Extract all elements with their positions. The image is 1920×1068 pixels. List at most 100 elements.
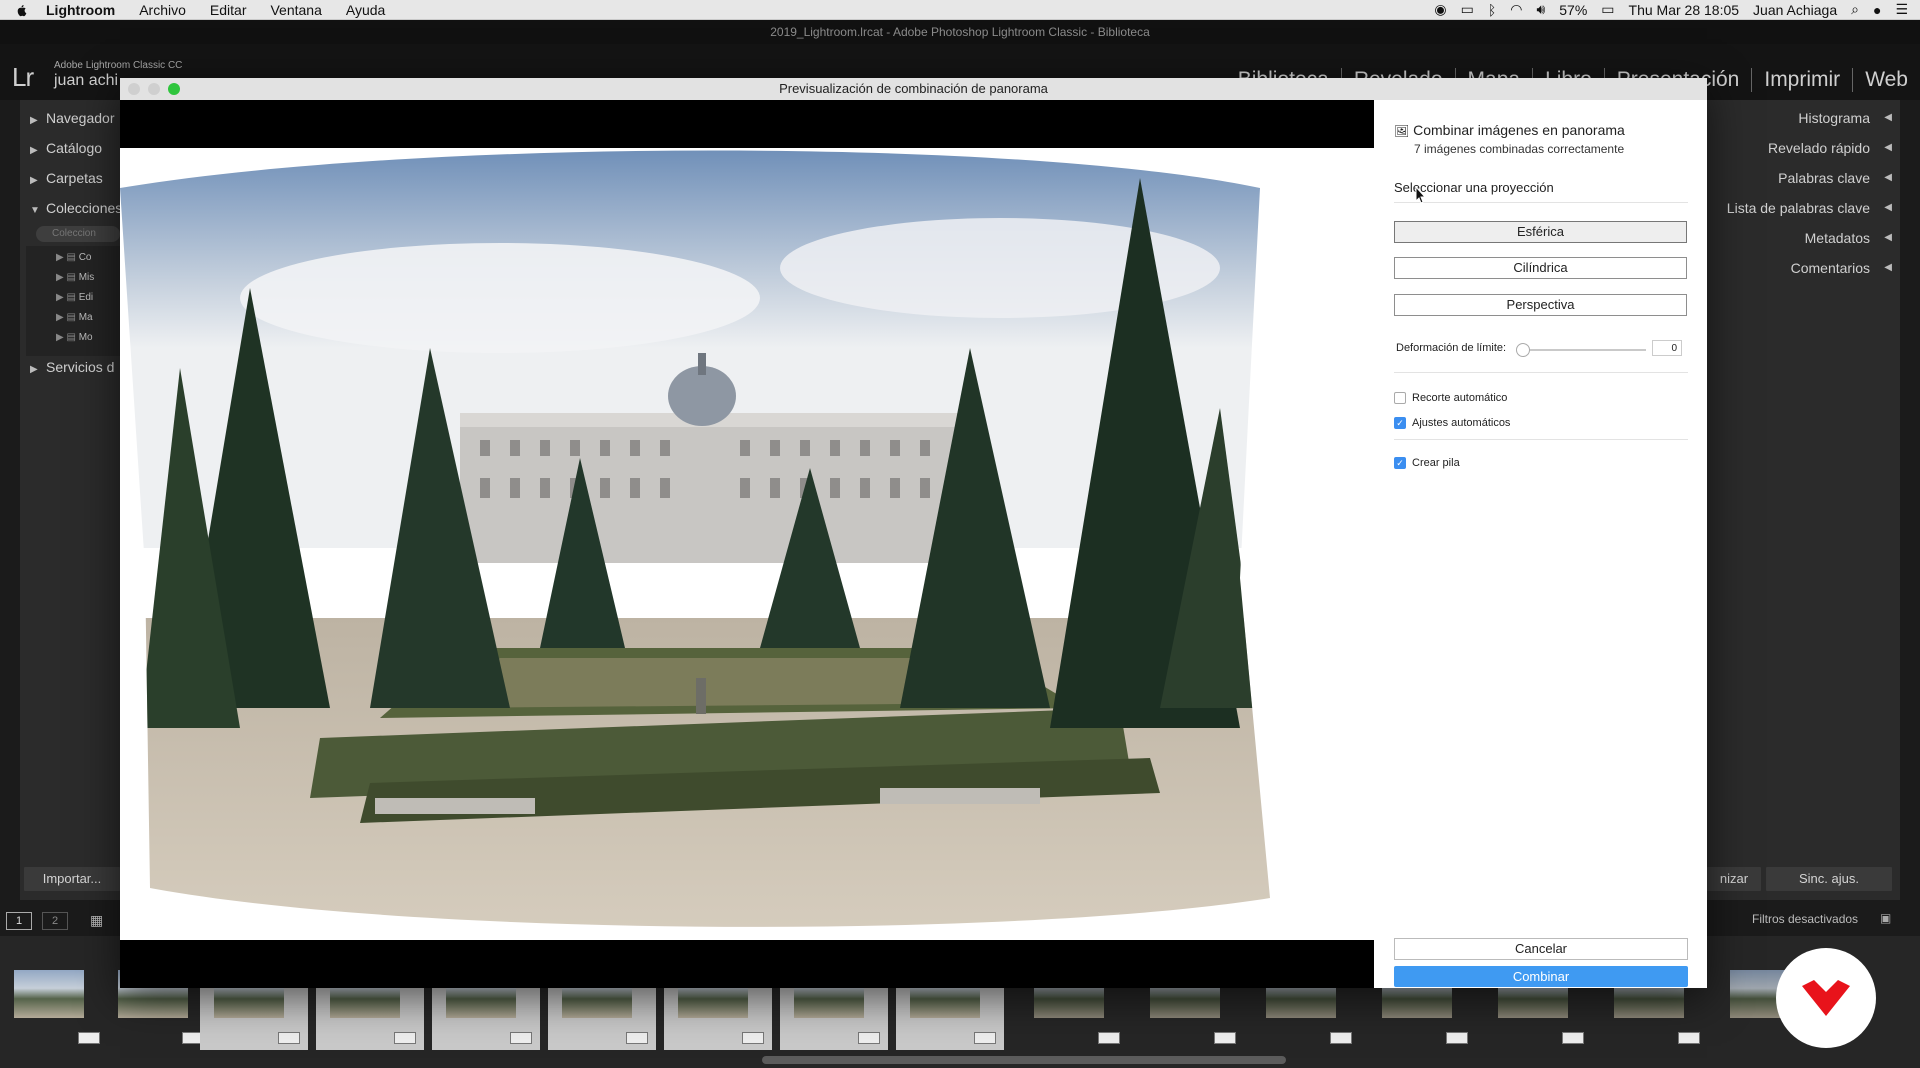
bluetooth-icon[interactable]: ᛒ <box>1488 2 1496 18</box>
auto-settings-checkbox[interactable]: ✓ <box>1394 417 1406 429</box>
panorama-options-panel: 🖼︎ Combinar imágenes en panorama 7 imáge… <box>1374 100 1707 988</box>
close-icon[interactable] <box>128 83 140 95</box>
stack-badge-icon <box>742 1032 764 1044</box>
view-1-button[interactable]: 1 <box>6 912 32 930</box>
menu-archivo[interactable]: Archivo <box>127 2 198 18</box>
panel-colecciones[interactable]: ▼ Colecciones <box>30 193 122 223</box>
triangle-right-icon: ▶ <box>30 145 38 156</box>
display-icon[interactable]: ▭ <box>1461 1 1474 18</box>
collection-item[interactable]: ▶ ▤ Co <box>56 250 92 266</box>
apple-icon[interactable] <box>14 3 28 17</box>
menu-ventana[interactable]: Ventana <box>258 2 333 18</box>
panel-title: 🖼︎ Combinar imágenes en panorama <box>1394 122 1625 138</box>
divider <box>1394 439 1688 440</box>
filter-status[interactable]: Filtros desactivados <box>1752 912 1858 926</box>
panel-palabras-clave[interactable]: Palabras clave ◀ <box>1707 163 1900 193</box>
menubar: Lightroom Archivo Editar Ventana Ayuda ◉… <box>0 0 1920 20</box>
module-web[interactable]: Web <box>1852 68 1920 92</box>
filmstrip-scrollbar[interactable] <box>762 1056 1286 1064</box>
product-name: Adobe Lightroom Classic CC <box>54 60 183 71</box>
triangle-left-icon: ◀ <box>1884 232 1892 243</box>
stack-badge-icon <box>394 1032 416 1044</box>
sync-metadata-button[interactable]: nizar <box>1707 867 1761 891</box>
create-stack-checkbox[interactable]: ✓ <box>1394 457 1406 469</box>
panel-histograma[interactable]: Histograma ◀ <box>1707 103 1900 133</box>
boundary-warp-handle[interactable] <box>1516 343 1530 357</box>
cancel-button[interactable]: Cancelar <box>1394 938 1688 960</box>
create-stack-option[interactable]: ✓ Crear pila <box>1394 457 1460 469</box>
triangle-left-icon: ◀ <box>1884 172 1892 183</box>
stack-badge-icon <box>974 1032 996 1044</box>
boundary-warp-value[interactable]: 0 <box>1652 340 1682 356</box>
stack-badge-icon <box>1330 1032 1352 1044</box>
clock[interactable]: Thu Mar 28 18:05 <box>1629 2 1740 18</box>
minimize-icon[interactable] <box>148 83 160 95</box>
boundary-warp-label: Deformación de límite: <box>1396 342 1507 354</box>
panel-catalogo[interactable]: ▶ Catálogo <box>30 133 102 163</box>
stack-badge-icon <box>1446 1032 1468 1044</box>
combine-button[interactable]: Combinar <box>1394 966 1688 987</box>
panel-navegador[interactable]: ▶ Navegador <box>30 103 115 133</box>
collection-item[interactable]: ▶ ▤ Ma <box>56 310 93 326</box>
collection-item[interactable]: ▶ ▤ Mo <box>56 330 93 346</box>
left-panel: ▶ Navegador ▶ Catálogo ▶ Carpetas ▼ Coleccio… <box>20 100 122 900</box>
stack-badge-icon <box>510 1032 532 1044</box>
triangle-down-icon: ▼ <box>30 205 40 216</box>
heart-logo-icon <box>1802 980 1850 1016</box>
view-2-button[interactable]: 2 <box>42 912 68 930</box>
panorama-preview <box>120 100 1374 988</box>
projection-perspective-button[interactable]: Perspectiva <box>1394 294 1687 316</box>
projection-cylindrical-button[interactable]: Cilíndrica <box>1394 257 1687 279</box>
user-name[interactable]: Juan Achiaga <box>1753 2 1837 18</box>
dialog-title: Previsualización de combinación de panor… <box>779 81 1048 96</box>
auto-settings-option[interactable]: ✓ Ajustes automáticos <box>1394 417 1510 429</box>
mouse-cursor-icon <box>1415 186 1427 204</box>
menu-app[interactable]: Lightroom <box>34 2 127 18</box>
projection-spherical-button[interactable]: Esférica <box>1394 221 1687 243</box>
stack-badge-icon <box>278 1032 300 1044</box>
module-imprimir[interactable]: Imprimir <box>1751 68 1852 92</box>
wifi-icon[interactable]: ◠ <box>1510 1 1522 18</box>
menubar-status: ◉ ▭ ᛒ ◠ 🔊︎ 57% ▭ Thu Mar 28 18:05 Juan A… <box>1434 1 1920 18</box>
filmstrip-thumb[interactable] <box>0 940 108 1050</box>
stack-badge-icon <box>78 1032 100 1044</box>
lightroom-logo: Lr <box>12 62 34 92</box>
collections-search[interactable]: Coleccion <box>36 226 120 242</box>
sync-settings-button[interactable]: Sinc. ajus. <box>1766 867 1892 891</box>
panel-revelado-rapido[interactable]: Revelado rápido ◀ <box>1707 133 1900 163</box>
panel-carpetas[interactable]: ▶ Carpetas <box>30 163 103 193</box>
panorama-merge-dialog: Previsualización de combinación de panor… <box>120 78 1707 988</box>
collection-item[interactable]: ▶ ▤ Edi <box>56 290 93 306</box>
panorama-image <box>120 148 1374 940</box>
collections-list: ▶ ▤ Co ▶ ▤ Mis ▶ ▤ Edi ▶ ▤ Ma ▶ ▤ Mo <box>26 246 120 356</box>
dialog-titlebar: Previsualización de combinación de panor… <box>120 78 1707 101</box>
menu-editar[interactable]: Editar <box>198 2 259 18</box>
import-button[interactable]: Importar... <box>24 867 120 891</box>
record-icon[interactable]: ◉ <box>1434 1 1446 18</box>
boundary-warp-slider[interactable] <box>1522 349 1646 351</box>
collection-item[interactable]: ▶ ▤ Mis <box>56 270 94 286</box>
battery-percent[interactable]: 57% <box>1559 2 1587 18</box>
panel-servicios[interactable]: ▶ Servicios d <box>30 352 114 382</box>
thumb-image <box>14 970 84 1018</box>
volume-icon[interactable]: 🔊︎ <box>1536 1 1545 18</box>
window-title: 2019_Lightroom.lrcat - Adobe Photoshop L… <box>0 20 1920 44</box>
grid-view-icon[interactable]: ▦ <box>90 912 103 929</box>
stack-badge-icon <box>1678 1032 1700 1044</box>
spotlight-search-icon[interactable]: ⌕ <box>1851 1 1859 18</box>
stack-badge-icon <box>1098 1032 1120 1044</box>
battery-icon[interactable]: ▭ <box>1601 1 1614 18</box>
auto-crop-option[interactable]: Recorte automático <box>1394 392 1507 404</box>
filter-toggle-icon[interactable]: ▣ <box>1880 911 1891 925</box>
panel-comentarios[interactable]: Comentarios ◀ <box>1707 253 1900 283</box>
panel-lista-palabras-clave[interactable]: Lista de palabras clave ◀ <box>1707 193 1900 223</box>
menu-ayuda[interactable]: Ayuda <box>334 2 397 18</box>
zoom-icon[interactable] <box>168 83 180 95</box>
auto-crop-checkbox[interactable] <box>1394 392 1406 404</box>
panel-metadatos[interactable]: Metadatos ◀ <box>1707 223 1900 253</box>
merge-status: 7 imágenes combinadas correctamente <box>1414 142 1625 156</box>
triangle-right-icon: ▶ <box>30 364 38 375</box>
triangle-right-icon: ▶ <box>30 175 38 186</box>
siri-icon[interactable]: ● <box>1873 2 1881 18</box>
notification-center-icon[interactable]: ☰ <box>1895 1 1908 18</box>
